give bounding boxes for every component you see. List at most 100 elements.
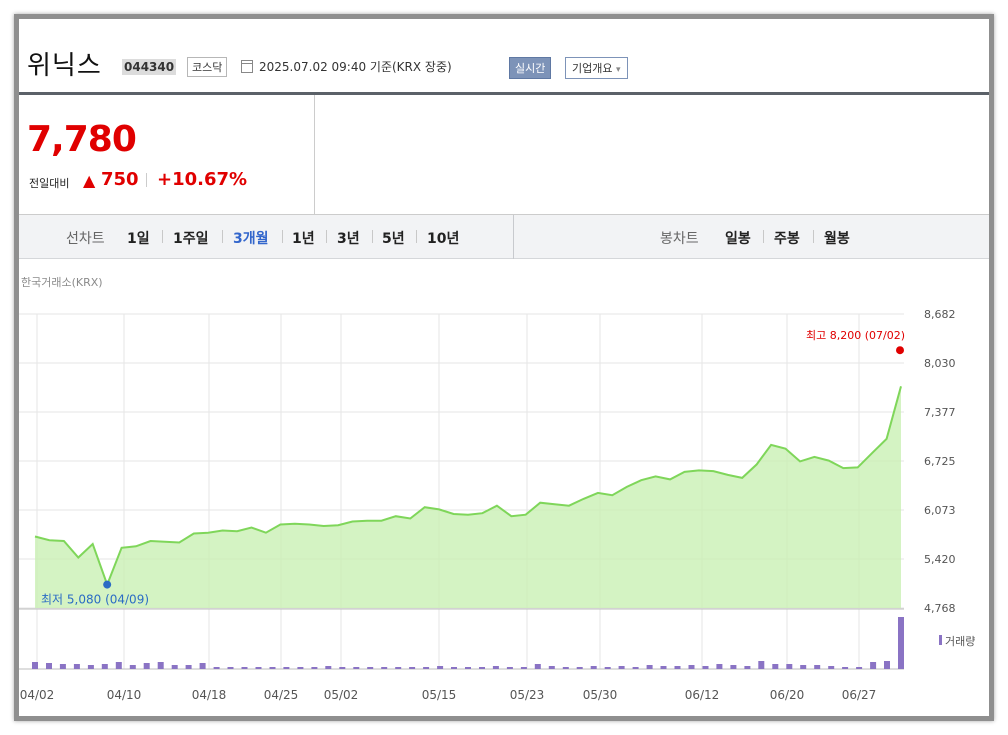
change-value: 750 [101,169,139,190]
tab-weekly[interactable]: 주봉 [774,228,800,248]
realtime-button[interactable]: 실시간 [509,57,552,79]
volume-bar [674,666,681,669]
volume-bar [227,667,234,669]
volume-bar [73,664,80,669]
tab-3y[interactable]: 3년 [337,228,360,248]
x-tick-label: 05/15 [422,688,457,702]
y-tick-label: 8,030 [924,357,956,370]
volume-bar [898,617,904,669]
tab-daily[interactable]: 일봉 [725,228,751,248]
volume-bar [520,667,527,669]
volume-bar [632,667,639,669]
x-tick-label: 06/12 [685,688,720,702]
volume-bar [269,667,276,669]
volume-bar [786,664,793,669]
volume-bar [185,665,192,669]
chart-frame: 위닉스 044340 코스닥 2025.07.02 09:40 기준(KRX 장… [14,14,994,721]
volume-bar [395,667,402,669]
tab-separator [813,230,814,243]
volume-bar [758,661,765,669]
change-label: 전일대비 [29,177,70,190]
change-percent: +10.67% [157,169,248,190]
x-tick-label: 05/23 [510,688,545,702]
volume-bar [716,664,723,669]
tab-1d[interactable]: 1일 [127,228,150,248]
line-chart-category: 선차트 [66,231,105,247]
tab-separator [372,230,373,243]
volume-bar [87,665,94,669]
current-price: 7,780 [27,119,137,160]
volume-bar [576,667,583,669]
x-tick-label: 04/18 [192,688,227,702]
volume-bar [506,667,513,669]
volume-bar [241,667,248,669]
volume-bar [157,662,164,669]
x-tick-label: 04/25 [264,688,299,702]
volume-bar [856,667,863,669]
company-overview-label: 기업개요 [572,62,613,75]
x-tick-label: 06/20 [770,688,805,702]
candle-chart-category: 봉차트 [660,231,699,247]
tab-1y[interactable]: 1년 [292,228,315,248]
volume-bar [548,666,555,669]
volume-bar [660,666,667,669]
volume-bar [814,665,821,669]
volume-bar [171,665,178,669]
company-overview-dropdown[interactable]: 기업개요 ▾ [565,57,628,79]
source-label: 한국거래소(KRX) [21,276,103,289]
volume-bar [800,665,807,669]
tab-5y[interactable]: 5년 [382,228,405,248]
tab-separator [282,230,283,243]
volume-bar [423,667,430,669]
volume-bar [534,664,541,669]
volume-bar [465,667,471,669]
volume-bar [702,666,709,669]
volume-bar [46,663,52,669]
volume-bar [367,667,374,669]
x-tick-label: 05/02 [324,688,359,702]
volume-bar [492,666,499,669]
volume-bar [339,667,346,669]
stock-code: 044340 [122,59,177,75]
stock-header: 위닉스 044340 코스닥 2025.07.02 09:40 기준(KRX 장… [19,19,989,95]
volume-legend-swatch [939,635,942,645]
chart-tabs: 선차트 1일 1주일 3개월 1년 3년 5년 10년 봉차트 일봉 주봉 월봉 [19,215,989,259]
volume-legend-label: 거래량 [945,635,975,648]
price-area [35,386,901,608]
volume-bar [730,665,737,669]
price-panel-blank [315,95,989,215]
volume-bar [688,665,695,669]
volume-bar [618,666,625,669]
tab-10y[interactable]: 10년 [427,228,459,248]
x-tick-label: 04/10 [107,688,142,702]
up-arrow-icon: ▲ [83,171,96,190]
volume-bar [842,667,849,669]
volume-bar [604,667,611,669]
volume-bar [101,664,108,669]
volume-bar [199,663,206,669]
high-marker [896,346,904,355]
volume-bar [437,666,444,669]
volume-bar [283,667,290,669]
chevron-down-icon: ▾ [615,65,621,75]
tab-separator [763,230,764,243]
volume-bar [590,666,597,669]
volume-bar [744,666,751,669]
volume-bar [59,664,66,669]
volume-bar [311,667,318,669]
volume-bar [353,667,360,669]
volume-bar [297,667,304,669]
volume-bar [213,667,220,669]
volume-bar [129,665,136,669]
tab-1w[interactable]: 1주일 [173,228,209,248]
tab-3m[interactable]: 3개월 [233,228,269,248]
volume-bar [772,664,779,669]
tab-separator [416,230,417,243]
x-tick-label: 06/27 [842,688,877,702]
tabs-divider [513,215,514,259]
volume-bar [828,666,835,669]
tab-monthly[interactable]: 월봉 [824,228,850,248]
price-chart: 한국거래소(KRX) 8,682 8,030 7,377 6,725 6,073 5,42… [19,276,975,702]
y-tick-label: 5,420 [924,553,956,566]
tab-separator [162,230,163,243]
